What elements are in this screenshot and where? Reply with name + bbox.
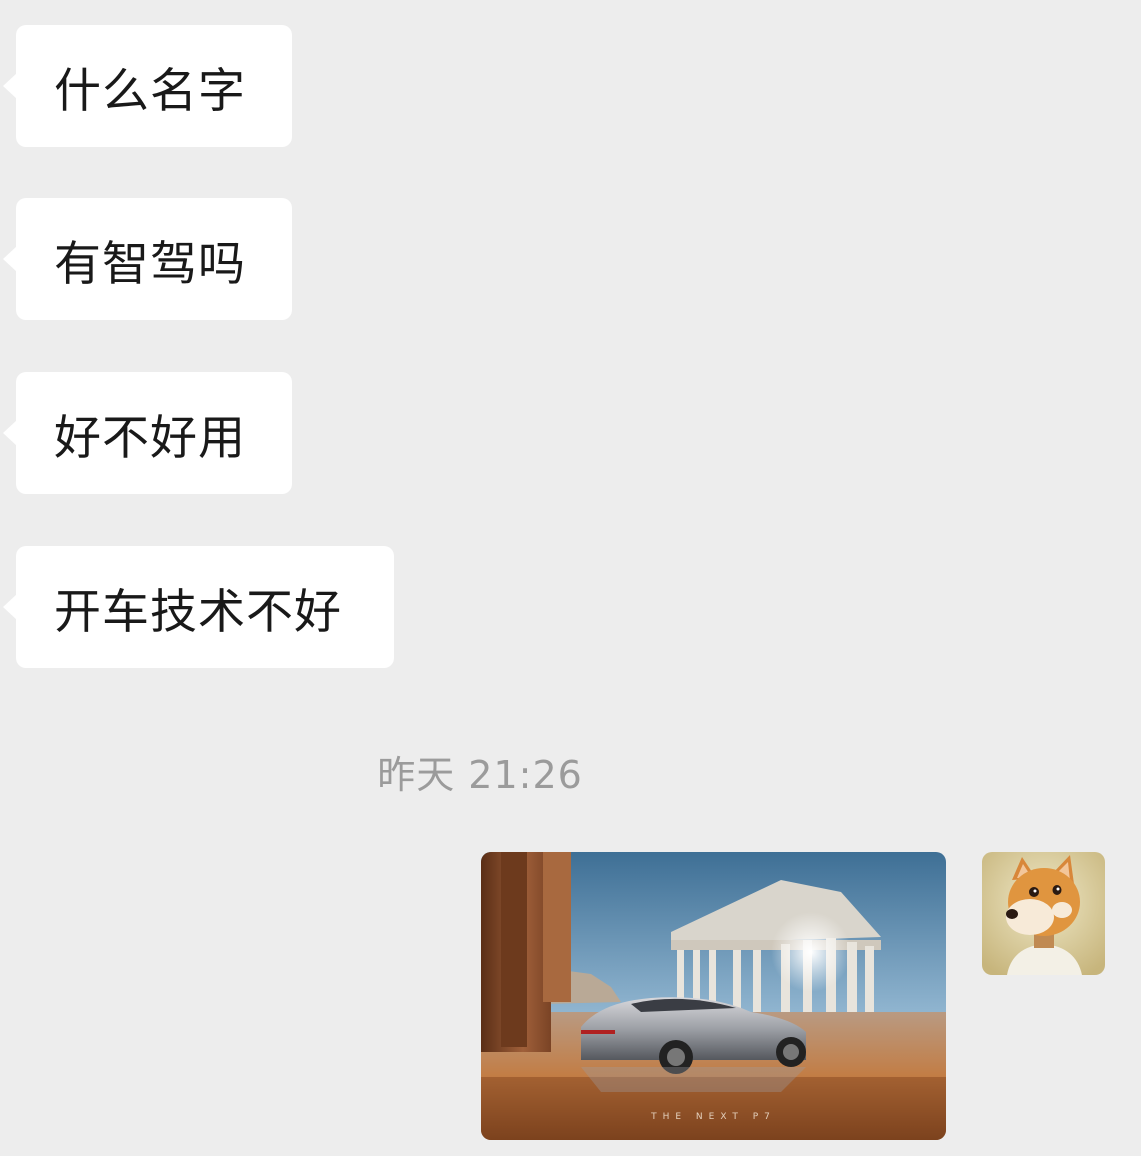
message-text: 开车技术不好 xyxy=(54,584,342,640)
message-bubble[interactable]: 有智驾吗 xyxy=(3,198,292,320)
message-bubble[interactable]: 什么名字 xyxy=(3,25,292,147)
message-bubble[interactable]: 好不好用 xyxy=(3,372,292,494)
car-temple-photo xyxy=(481,852,946,1140)
image-caption: THE NEXT P7 xyxy=(651,1112,776,1122)
message-timestamp: 昨天 21:26 xyxy=(377,753,583,797)
image-message[interactable]: THE NEXT P7 xyxy=(481,852,946,1140)
message-bubble[interactable]: 开车技术不好 xyxy=(3,546,394,668)
message-text: 有智驾吗 xyxy=(54,236,246,292)
message-text: 好不好用 xyxy=(54,410,246,466)
avatar[interactable] xyxy=(982,852,1105,975)
message-text: 什么名字 xyxy=(54,63,246,119)
shiba-dog-icon xyxy=(982,852,1105,975)
chat-window: 什么名字 有智驾吗 好不好用 开车技术不好 昨天 21:26 THE NEXT … xyxy=(0,0,1141,1156)
